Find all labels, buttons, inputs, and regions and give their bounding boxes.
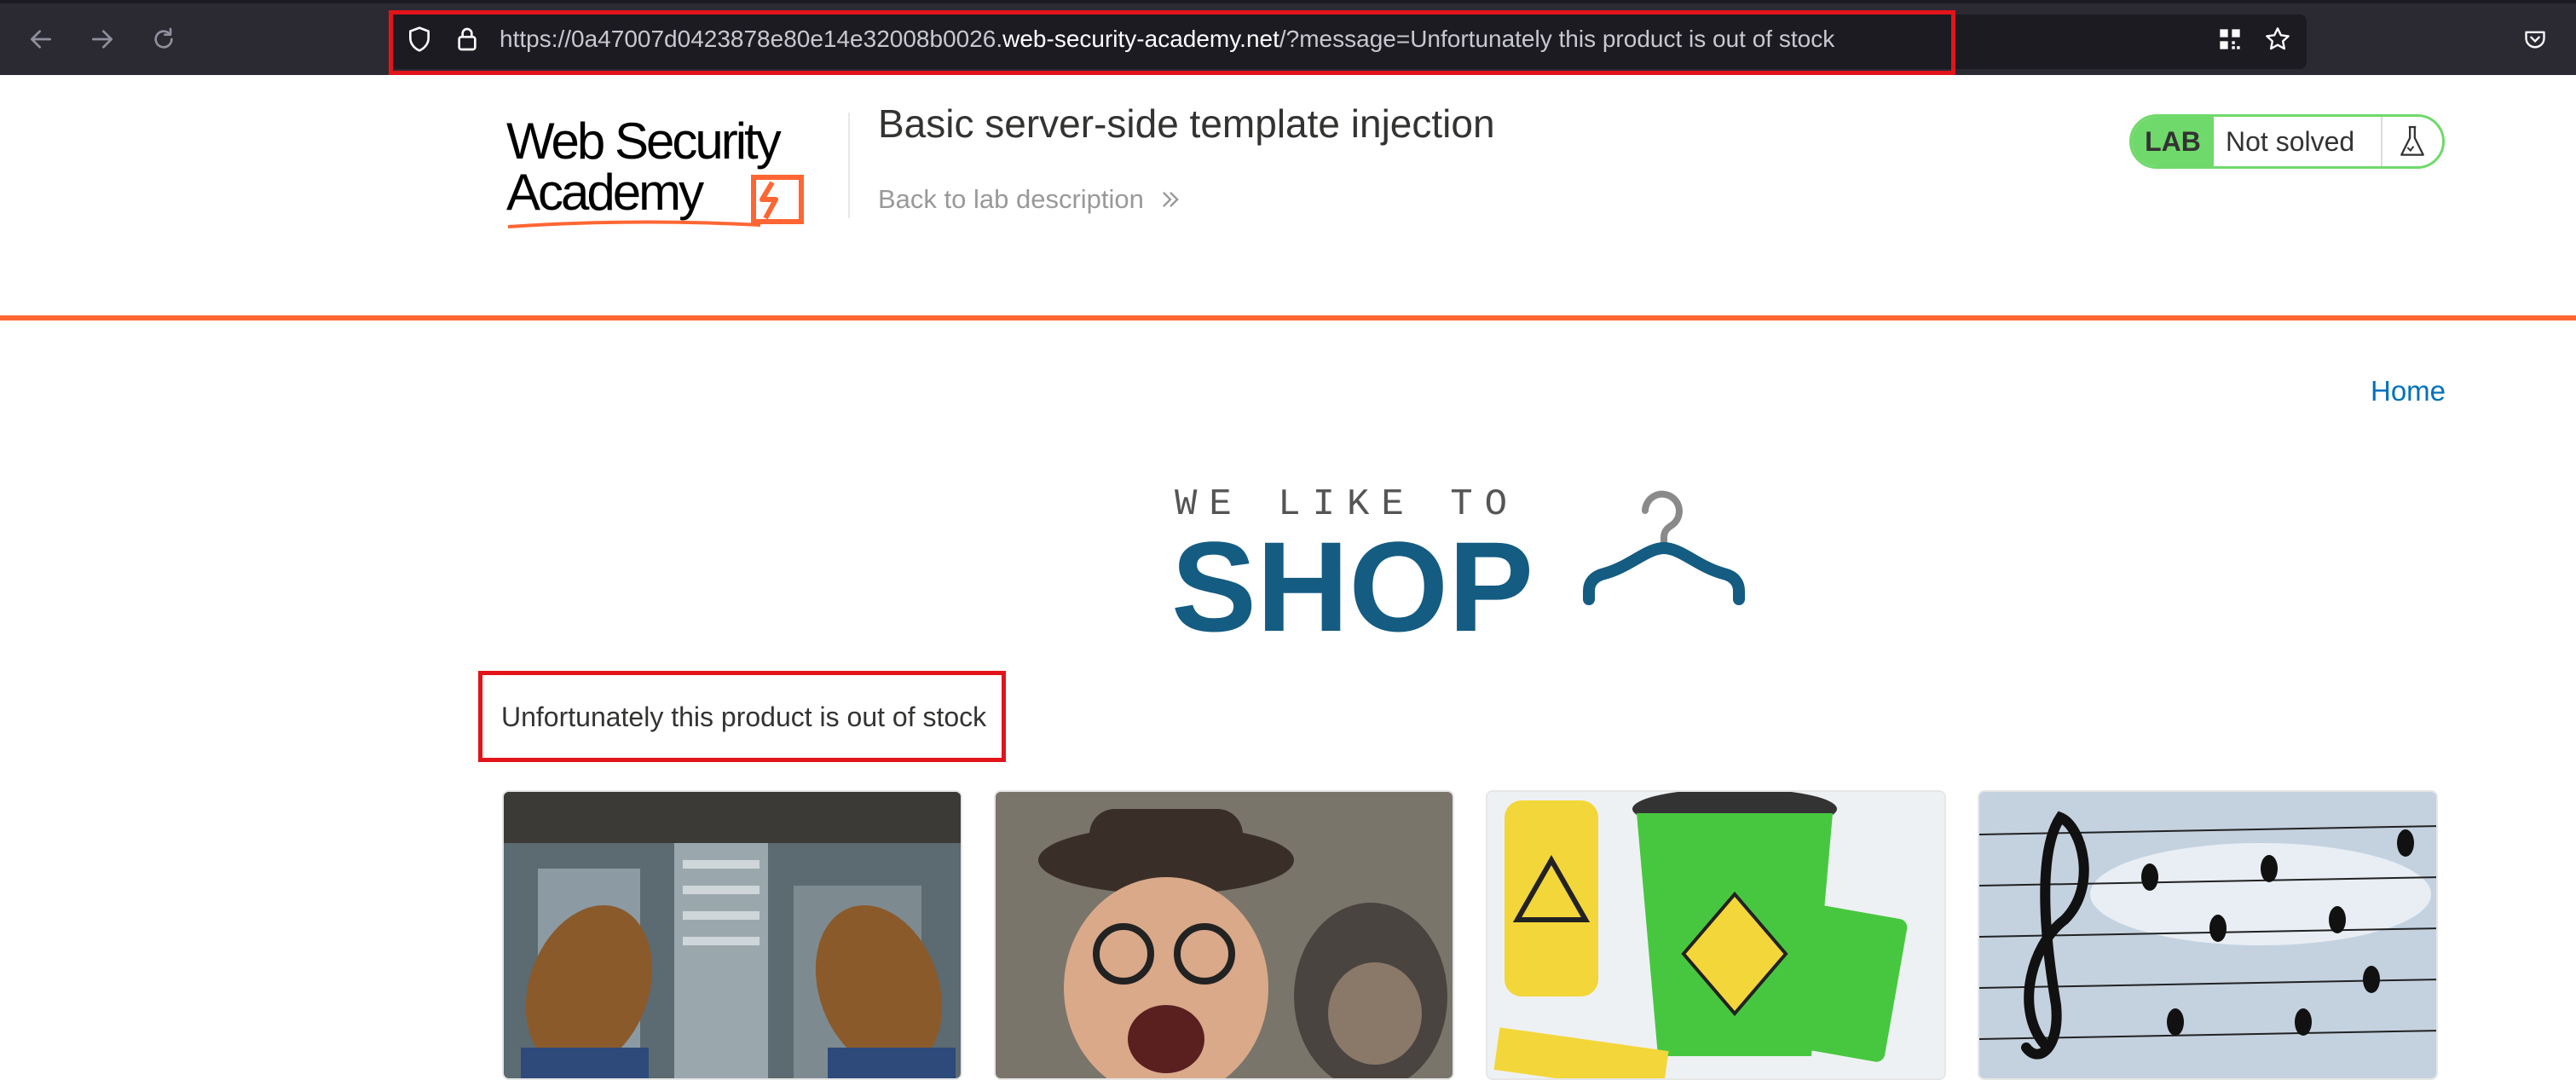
tab-strip-edge (0, 0, 2576, 3)
url-highlight-box (389, 10, 1955, 75)
product-card[interactable] (502, 790, 962, 1080)
hanger-icon (1583, 490, 1745, 605)
double-chevron-right-icon (1162, 192, 1179, 207)
back-to-lab-description-link[interactable]: Back to lab description (878, 184, 1182, 215)
product-card[interactable] (994, 790, 1454, 1080)
qr-code-icon[interactable] (2218, 27, 2242, 51)
product-card[interactable] (1978, 790, 2438, 1080)
lab-title: Basic server-side template injection (878, 101, 1495, 146)
logo-line1: Web Security (506, 113, 782, 170)
man-and-monkey-image (996, 792, 1453, 1078)
logo-mark-icon (751, 175, 804, 224)
lab-status-widget: LAB Not solved (2129, 114, 2445, 169)
web-security-academy-logo[interactable]: Web Security Academy (505, 109, 846, 237)
reload-icon[interactable] (143, 19, 184, 60)
logo-line2: Academy (506, 164, 704, 221)
lab-status-text: Not solved (2226, 125, 2355, 157)
home-link[interactable]: Home (2371, 375, 2446, 407)
lab-badge: LAB (2132, 117, 2214, 166)
message-text: Unfortunately this product is out of sto… (501, 702, 987, 732)
header-divider (848, 113, 850, 218)
we-like-to-shop-logo: WE LIKE TO SHOP (1171, 483, 1745, 644)
flask-icon-wrap (2381, 117, 2442, 166)
flask-icon (2400, 125, 2424, 156)
feet-over-city-image (504, 792, 961, 1078)
pocket-icon[interactable] (2523, 27, 2547, 51)
product-card[interactable] (1486, 790, 1946, 1080)
back-link-label: Back to lab description (878, 184, 1144, 214)
logo-underline (507, 220, 761, 228)
bookmark-star-icon[interactable] (2264, 26, 2291, 53)
shop-word: SHOP (1171, 515, 1533, 644)
birds-on-wires-music-image (1979, 792, 2436, 1078)
bucket-of-doom-image (1487, 792, 1944, 1078)
header-accent-bar (0, 315, 2576, 321)
back-arrow-icon[interactable] (20, 19, 61, 60)
forward-arrow-icon[interactable] (82, 19, 123, 60)
